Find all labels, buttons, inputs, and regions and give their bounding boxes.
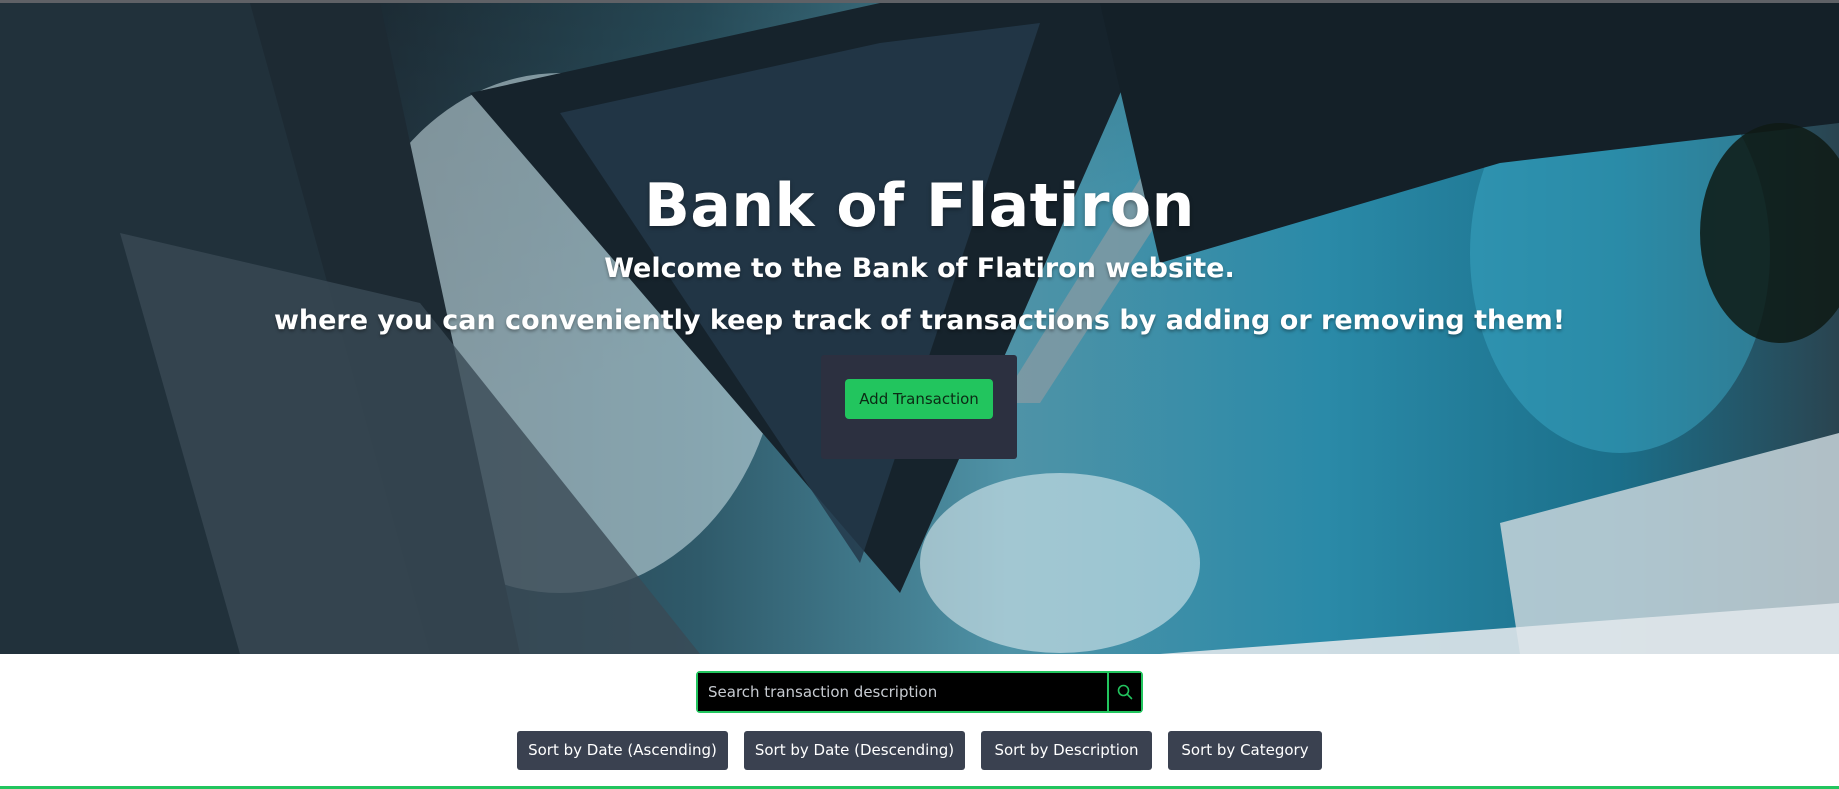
search-input[interactable]: [698, 673, 1107, 711]
sort-date-ascending-button[interactable]: Sort by Date (Ascending): [517, 731, 728, 770]
hero-banner: Bank of Flatiron Welcome to the Bank of …: [0, 3, 1839, 654]
sort-description-button[interactable]: Sort by Description: [981, 731, 1152, 770]
search-icon: [1117, 684, 1133, 700]
welcome-subtitle: Welcome to the Bank of Flatiron website.: [604, 253, 1235, 284]
page-title: Bank of Flatiron: [644, 171, 1195, 241]
sort-date-descending-button[interactable]: Sort by Date (Descending): [744, 731, 965, 770]
add-transaction-button[interactable]: Add Transaction: [845, 379, 993, 419]
search-button[interactable]: [1107, 673, 1141, 711]
sort-category-button[interactable]: Sort by Category: [1168, 731, 1322, 770]
search-bar: [696, 671, 1143, 713]
welcome-tagline: where you can conveniently keep track of…: [273, 305, 1566, 336]
add-transaction-panel: Add Transaction: [821, 355, 1017, 459]
